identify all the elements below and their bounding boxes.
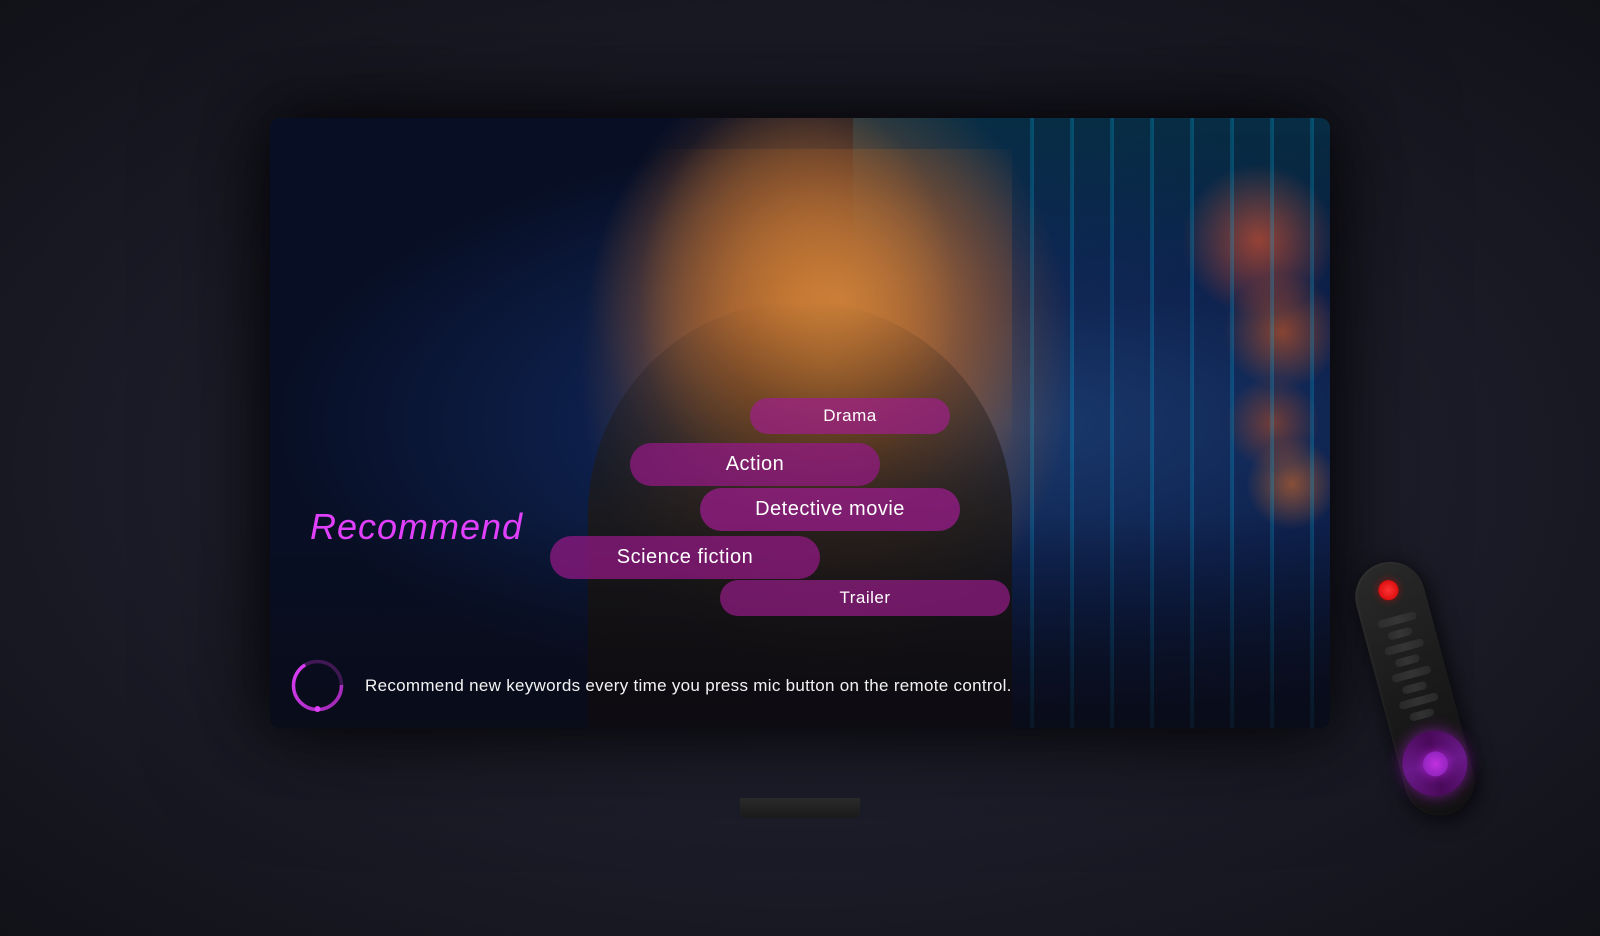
info-bar: Recommend new keywords every time you pr… bbox=[290, 658, 1310, 713]
remote-btn-8[interactable] bbox=[1409, 708, 1435, 722]
recommend-label: Recommend bbox=[310, 506, 523, 548]
remote-btn-4[interactable] bbox=[1394, 654, 1420, 668]
remote-buttons-area bbox=[1369, 609, 1450, 726]
tv-stand bbox=[740, 798, 860, 818]
mic-icon bbox=[290, 658, 345, 713]
remote-btn-2[interactable] bbox=[1387, 627, 1413, 641]
remote-btn-5[interactable] bbox=[1391, 665, 1432, 683]
keyword-pill-science-fiction[interactable]: Science fiction bbox=[550, 536, 820, 579]
tv-screen: Recommend Drama Action Detective movie S… bbox=[270, 118, 1330, 728]
keyword-pill-action[interactable]: Action bbox=[630, 443, 880, 486]
remote-body bbox=[1347, 554, 1482, 823]
tv-container: Recommend Drama Action Detective movie S… bbox=[270, 118, 1330, 818]
keyword-pill-detective-movie[interactable]: Detective movie bbox=[700, 488, 960, 531]
info-text: Recommend new keywords every time you pr… bbox=[365, 676, 1012, 696]
remote-power-button[interactable] bbox=[1376, 578, 1400, 602]
keyword-pill-drama[interactable]: Drama bbox=[750, 398, 950, 434]
remote-nav-ring[interactable] bbox=[1395, 724, 1475, 804]
remote-btn-3[interactable] bbox=[1383, 638, 1424, 656]
remote-btn-7[interactable] bbox=[1398, 692, 1439, 710]
keyword-pill-trailer[interactable]: Trailer bbox=[720, 580, 1010, 616]
remote-btn-6[interactable] bbox=[1401, 681, 1427, 695]
keywords-area: Drama Action Detective movie Science fic… bbox=[550, 398, 1150, 618]
remote-btn-1[interactable] bbox=[1376, 611, 1417, 629]
